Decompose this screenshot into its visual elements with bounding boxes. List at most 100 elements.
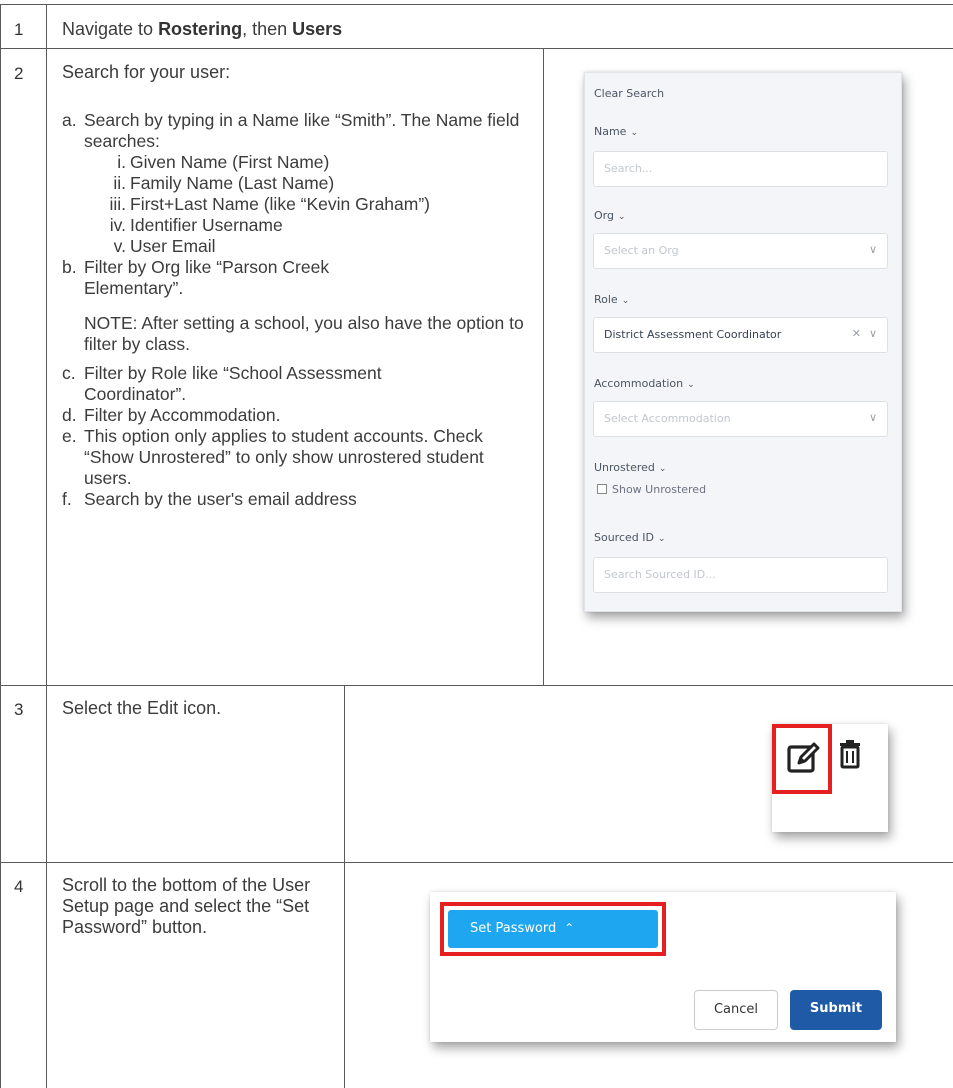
name-filter-label[interactable]: Name ⌄ xyxy=(594,125,638,138)
cancel-button[interactable]: Cancel xyxy=(694,990,778,1030)
chevron-down-icon: ⌄ xyxy=(630,128,638,138)
org-filter-label-text: Org xyxy=(594,209,614,222)
row-actions-screenshot xyxy=(772,724,888,832)
chevron-down-icon: ⌄ xyxy=(657,534,666,544)
accommodation-filter-label-text: Accommodation xyxy=(594,377,684,390)
list-item: c. Filter by Role like “School Assessmen… xyxy=(62,363,532,405)
org-filter-label[interactable]: Org ⌄ xyxy=(594,209,626,222)
list-marker: e. xyxy=(62,426,77,446)
step2-instruction-list: a. Search by typing in a Name like “Smit… xyxy=(62,110,532,510)
clear-selection-icon[interactable]: ✕ xyxy=(852,327,861,340)
list-marker: a. xyxy=(62,110,77,130)
table-border-left xyxy=(0,4,1,1088)
show-unrostered-label: Show Unrostered xyxy=(612,483,707,496)
checkbox-box[interactable] xyxy=(597,484,607,494)
list-marker: c. xyxy=(62,363,76,383)
row2-image-divider xyxy=(543,48,544,685)
show-unrostered-checkbox[interactable]: Show Unrostered xyxy=(597,483,706,496)
list-item: e. This option only applies to student a… xyxy=(62,426,532,489)
list-subitem: ii. Family Name (Last Name) xyxy=(62,173,532,194)
role-filter-label-text: Role xyxy=(594,293,618,306)
list-item-text: Filter by Org like “Parson Creek Element… xyxy=(84,257,330,298)
step2-heading: Search for your user: xyxy=(62,62,231,82)
dropdown-arrow-icon: ∨ xyxy=(868,411,877,424)
list-subitem-text: User Email xyxy=(130,236,216,256)
sourced-id-filter-label[interactable]: Sourced ID ⌄ xyxy=(594,531,666,544)
list-item: a. Search by typing in a Name like “Smit… xyxy=(62,110,532,152)
edit-icon-highlight xyxy=(772,724,832,794)
list-item: d. Filter by Accommodation. xyxy=(62,405,532,426)
list-item: f. Search by the user's email address xyxy=(62,489,532,510)
accommodation-select-placeholder: Select Accommodation xyxy=(604,412,731,425)
step2-note: NOTE: After setting a school, you also h… xyxy=(84,313,524,354)
step1-middle: , then xyxy=(242,19,293,39)
list-subitem: iii. First+Last Name (like “Kevin Graham… xyxy=(62,194,532,215)
list-item-text: Search by the user's email address xyxy=(84,489,357,509)
chevron-down-icon: ⌄ xyxy=(621,296,630,306)
org-select-placeholder: Select an Org xyxy=(604,244,679,257)
table-border-top xyxy=(0,4,953,5)
chevron-down-icon: ⌄ xyxy=(687,380,695,390)
chevron-down-icon: ⌄ xyxy=(658,464,667,474)
unrostered-filter-label-text: Unrostered xyxy=(594,461,655,474)
step1-instruction: Navigate to Rostering, then Users xyxy=(62,19,932,40)
role-select-value: District Assessment Coordinator xyxy=(604,328,782,341)
list-marker: f. xyxy=(62,489,72,509)
set-password-button[interactable]: Set Password ⌃ xyxy=(448,910,658,948)
list-item-text: This option only applies to student acco… xyxy=(84,426,484,488)
accommodation-select[interactable]: Select Accommodation ∨ xyxy=(593,401,888,437)
chevron-up-icon: ⌃ xyxy=(564,921,575,935)
step-number: 4 xyxy=(14,877,24,896)
row2-bottom-border xyxy=(0,685,953,686)
step3-instruction: Select the Edit icon. xyxy=(62,698,222,718)
step1-rostering: Rostering xyxy=(158,19,243,39)
step1-users: Users xyxy=(292,19,343,39)
accommodation-filter-label[interactable]: Accommodation ⌄ xyxy=(594,377,695,390)
list-item-text: Filter by Accommodation. xyxy=(84,405,281,425)
chevron-down-icon: ⌄ xyxy=(617,212,626,222)
list-marker: i. xyxy=(117,152,126,172)
number-column-divider xyxy=(46,4,47,1088)
submit-button[interactable]: Submit xyxy=(790,990,882,1030)
user-setup-footer-screenshot: Set Password ⌃ Cancel Submit xyxy=(430,892,896,1042)
step4-instruction: Scroll to the bottom of the User Setup p… xyxy=(62,875,311,937)
row34-image-divider xyxy=(344,685,345,1088)
step-number: 3 xyxy=(14,700,24,719)
list-marker: b. xyxy=(62,257,77,277)
clear-search-link[interactable]: Clear Search xyxy=(594,87,664,100)
list-marker: iv. xyxy=(109,215,126,235)
role-filter-label[interactable]: Role ⌄ xyxy=(594,293,629,306)
list-subitem-text: Identifier Username xyxy=(130,215,283,235)
set-password-label: Set Password xyxy=(470,921,557,936)
list-marker: d. xyxy=(62,405,77,425)
sourced-id-search-input[interactable]: Search Sourced ID... xyxy=(593,557,888,593)
dropdown-arrow-icon: ∨ xyxy=(868,243,877,256)
list-marker: iii. xyxy=(109,194,126,214)
list-item: b. Filter by Org like “Parson Creek Elem… xyxy=(62,257,532,299)
list-item-text: Search by typing in a Name like “Smith”.… xyxy=(84,110,520,151)
user-filter-panel: Clear Search Name ⌄ Search... Org ⌄ Select… xyxy=(584,72,902,612)
list-subitem-text: Given Name (First Name) xyxy=(130,152,330,172)
name-filter-label-text: Name xyxy=(594,125,627,138)
step1-prefix: Navigate to xyxy=(62,19,159,39)
row3-bottom-border xyxy=(0,862,953,863)
step-number: 1 xyxy=(14,20,24,39)
role-select[interactable]: District Assessment Coordinator ✕ ∨ xyxy=(593,317,888,353)
name-search-input[interactable]: Search... xyxy=(593,151,888,187)
org-select[interactable]: Select an Org ∨ xyxy=(593,233,888,269)
edit-icon[interactable] xyxy=(786,740,822,776)
list-subitem: i. Given Name (First Name) xyxy=(62,152,532,173)
list-marker: ii. xyxy=(113,173,126,193)
step-number: 2 xyxy=(14,64,24,83)
sourced-id-filter-label-text: Sourced ID xyxy=(594,531,654,544)
list-subitem: iv. Identifier Username xyxy=(62,215,532,236)
list-subitem: v. User Email xyxy=(62,236,532,257)
unrostered-filter-label[interactable]: Unrostered ⌄ xyxy=(594,461,666,474)
list-subitem-text: Family Name (Last Name) xyxy=(130,173,335,193)
list-marker: v. xyxy=(113,236,126,256)
list-item-text: Filter by Role like “School Assessment C… xyxy=(84,363,382,404)
trash-icon[interactable] xyxy=(838,740,862,770)
dropdown-arrow-icon: ∨ xyxy=(868,327,877,340)
row1-bottom-border xyxy=(0,48,953,49)
list-subitem-text: First+Last Name (like “Kevin Graham”) xyxy=(130,194,431,214)
